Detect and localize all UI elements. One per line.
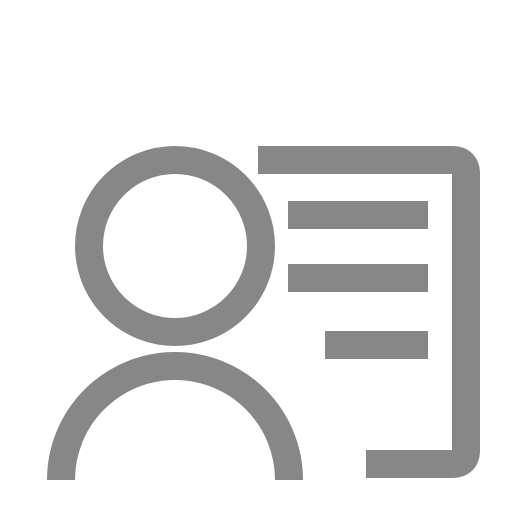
person-shoulders: [47, 352, 303, 481]
user-profile-card-icon: [47, 146, 480, 481]
icon-canvas: [0, 0, 512, 512]
person-head: [75, 146, 275, 346]
